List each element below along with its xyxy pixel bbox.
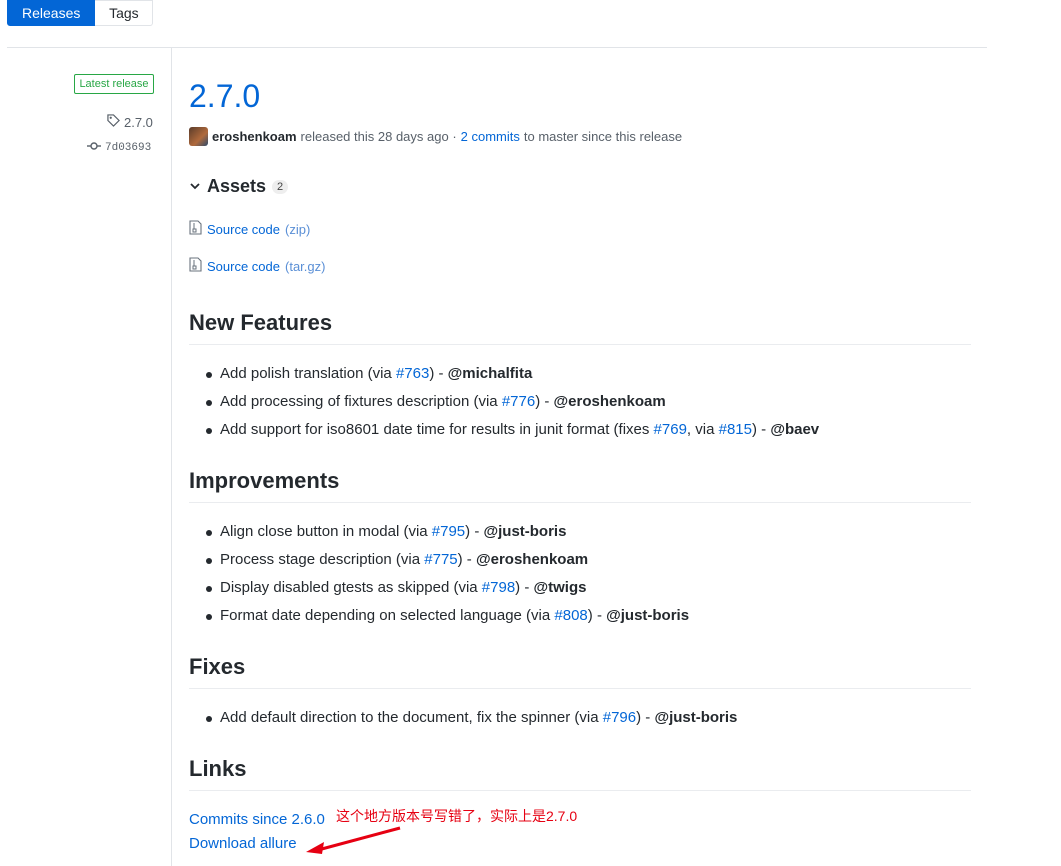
latest-release-badge: Latest release <box>74 74 154 94</box>
released-text: released this 28 days ago · <box>300 129 457 144</box>
author-name[interactable]: eroshenkoam <box>212 129 297 144</box>
user-mention[interactable]: @michalfita <box>448 365 533 382</box>
asset-targz[interactable]: Source code (tar.gz) <box>189 257 325 275</box>
release-tag[interactable]: 2.7.0 <box>107 114 153 130</box>
asset-name[interactable]: Source code <box>207 259 280 274</box>
list-item: Add processing of fixtures description (… <box>206 388 966 416</box>
list-item: Add default direction to the document, f… <box>206 704 966 732</box>
tag-label: 2.7.0 <box>124 114 153 130</box>
tab-tags[interactable]: Tags <box>95 0 154 26</box>
download-allure-link[interactable]: Download allure <box>189 835 297 852</box>
user-mention[interactable]: @just-boris <box>654 709 737 726</box>
section-heading: Fixes <box>189 654 971 689</box>
user-mention[interactable]: @baev <box>770 421 819 438</box>
commit-sha: 7d03693 <box>105 142 152 154</box>
features-list: Add polish translation (via #763) - @mic… <box>206 360 966 444</box>
item-text: ) - <box>587 607 607 624</box>
release-title[interactable]: 2.7.0 <box>189 78 260 115</box>
issue-link[interactable]: #798 <box>482 579 515 596</box>
item-text: ) - <box>535 393 554 410</box>
asset-ext[interactable]: (tar.gz) <box>285 259 325 274</box>
user-mention[interactable]: @just-boris <box>606 607 689 624</box>
timeline-divider <box>171 48 172 866</box>
item-text: ) - <box>751 421 771 438</box>
item-text: ) - <box>457 551 476 568</box>
commit-icon <box>87 141 101 155</box>
release-commit[interactable]: 7d03693 <box>87 141 151 155</box>
item-text: Add default direction to the document, f… <box>220 709 603 726</box>
item-text: ) - <box>636 709 655 726</box>
assets-toggle[interactable]: Assets 2 <box>189 176 289 197</box>
assets-count: 2 <box>272 179 289 194</box>
avatar[interactable] <box>189 127 208 146</box>
item-text: Add processing of fixtures description (… <box>220 393 502 410</box>
tag-icon <box>107 114 120 130</box>
item-text: , via <box>686 421 719 438</box>
fixes-list: Add default direction to the document, f… <box>206 704 966 732</box>
tab-releases[interactable]: Releases <box>7 0 96 26</box>
release-tabs: Releases Tags <box>7 0 154 26</box>
section-heading: Improvements <box>189 468 971 503</box>
issue-link[interactable]: #795 <box>432 523 465 540</box>
item-text: ) - <box>429 365 448 382</box>
file-zip-icon <box>189 220 202 238</box>
user-mention[interactable]: @twigs <box>534 579 587 596</box>
asset-zip[interactable]: Source code (zip) <box>189 220 310 238</box>
issue-link[interactable]: #775 <box>424 551 457 568</box>
divider <box>7 47 987 48</box>
item-text: Display disabled gtests as skipped (via <box>220 579 482 596</box>
annotation-arrow-icon <box>306 826 401 854</box>
item-text: Format date depending on selected langua… <box>220 607 555 624</box>
item-text: Align close button in modal (via <box>220 523 432 540</box>
list-item: Display disabled gtests as skipped (via … <box>206 574 966 602</box>
release-byline: eroshenkoam released this 28 days ago · … <box>189 127 682 146</box>
list-item: Add support for iso8601 date time for re… <box>206 416 966 444</box>
user-mention[interactable]: @eroshenkoam <box>476 551 588 568</box>
item-text: Process stage description (via <box>220 551 425 568</box>
issue-link[interactable]: #763 <box>396 365 429 382</box>
file-zip-icon <box>189 257 202 275</box>
asset-ext[interactable]: (zip) <box>285 222 310 237</box>
asset-name[interactable]: Source code <box>207 222 280 237</box>
list-item: Add polish translation (via #763) - @mic… <box>206 360 966 388</box>
assets-label: Assets <box>207 176 267 196</box>
section-heading: Links <box>189 756 971 791</box>
chevron-down-icon <box>189 176 201 197</box>
issue-link[interactable]: #769 <box>654 421 687 438</box>
list-item: Format date depending on selected langua… <box>206 602 966 630</box>
item-text: Add support for iso8601 date time for re… <box>220 421 654 438</box>
commits-link[interactable]: 2 commits <box>461 129 520 144</box>
issue-link[interactable]: #808 <box>554 607 587 624</box>
user-mention[interactable]: @eroshenkoam <box>554 393 666 410</box>
issue-link[interactable]: #796 <box>603 709 636 726</box>
section-heading: New Features <box>189 310 971 345</box>
issue-link[interactable]: #776 <box>502 393 535 410</box>
list-item: Align close button in modal (via #795) -… <box>206 518 966 546</box>
user-mention[interactable]: @just-boris <box>483 523 566 540</box>
list-item: Process stage description (via #775) - @… <box>206 546 966 574</box>
item-text: ) - <box>465 523 484 540</box>
item-text: Add polish translation (via <box>220 365 396 382</box>
item-text: ) - <box>515 579 534 596</box>
improvements-list: Align close button in modal (via #795) -… <box>206 518 966 630</box>
commits-tail: to master since this release <box>523 129 683 144</box>
issue-link[interactable]: #815 <box>719 421 752 438</box>
